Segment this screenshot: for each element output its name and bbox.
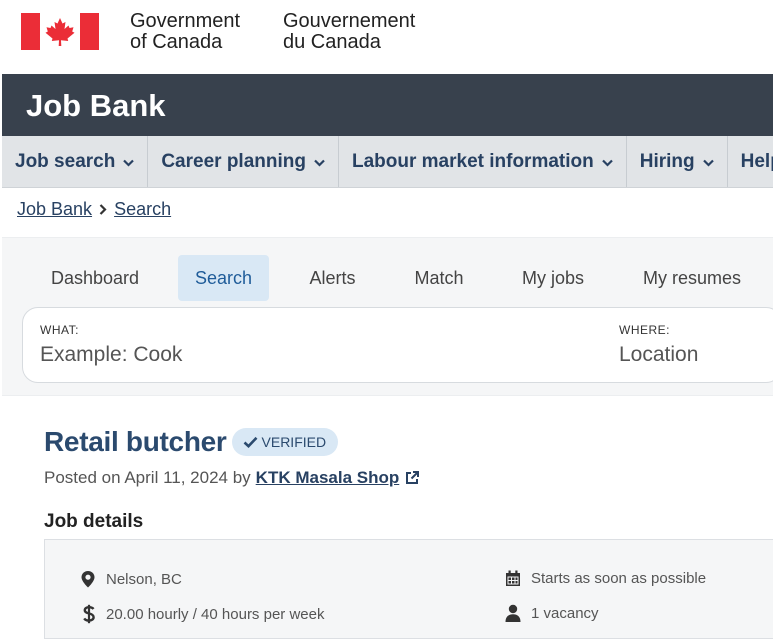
canada-flag-icon[interactable]: [21, 13, 99, 50]
dollar-icon: [83, 604, 95, 624]
breadcrumb-link-search[interactable]: Search: [114, 199, 171, 220]
tab-dashboard[interactable]: Dashboard: [36, 255, 154, 301]
nav-item-label: Career planning: [161, 150, 306, 172]
posted-text: Posted on April 11, 2024 by: [44, 468, 251, 487]
tab-my-resumes[interactable]: My resumes: [626, 255, 758, 301]
chevron-down-icon: [123, 159, 135, 167]
employer-link[interactable]: KTK Masala Shop: [256, 468, 400, 488]
tab-search[interactable]: Search: [178, 255, 269, 301]
gov-english-line2: of Canada: [130, 31, 223, 53]
job-search-box: WHAT: Example: Cook WHERE: Location: [22, 307, 773, 383]
what-input[interactable]: Example: Cook: [40, 343, 182, 367]
calendar-icon: [506, 570, 520, 586]
map-marker-icon: [81, 571, 95, 588]
nav-item-job-search[interactable]: Job search: [2, 136, 149, 187]
what-label: WHAT:: [40, 323, 79, 337]
verified-label: VERIFIED: [261, 434, 327, 450]
where-input[interactable]: Location: [619, 343, 698, 367]
search-panel: Dashboard Search Alerts Match My jobs My…: [2, 237, 773, 396]
job-start-text: Starts as soon as possible: [531, 570, 707, 587]
chevron-down-icon: [314, 159, 325, 167]
job-location: Nelson, BC: [80, 570, 182, 588]
breadcrumb: Job Bank Search: [17, 199, 171, 220]
job-salary: 20.00 hourly / 40 hours per week: [82, 604, 324, 624]
app-title[interactable]: Job Bank: [26, 88, 166, 124]
verified-badge: VERIFIED: [231, 428, 339, 456]
search-tabs: Dashboard Search Alerts Match My jobs My…: [2, 255, 773, 301]
main-nav: Job search Career planning Labour market…: [2, 136, 773, 188]
nav-item-label: Hiring: [639, 150, 695, 172]
job-title-row: Retail butcher VERIFIED: [44, 426, 339, 458]
gov-english-line1: Government: [130, 10, 241, 32]
external-link-icon[interactable]: [404, 470, 420, 486]
chevron-right-icon: [99, 204, 107, 215]
breadcrumb-link-job-bank[interactable]: Job Bank: [17, 199, 92, 220]
nav-item-hiring[interactable]: Hiring: [627, 136, 728, 187]
gov-name-english: Government of Canada: [130, 11, 240, 53]
gov-header: Government of Canada Gouvernement du Can…: [0, 0, 773, 74]
job-start-date: Starts as soon as possible: [505, 570, 706, 587]
tab-match[interactable]: Match: [398, 255, 480, 301]
nav-item-help[interactable]: Help: [728, 136, 773, 187]
job-location-text: Nelson, BC: [106, 570, 182, 588]
job-vacancies-text: 1 vacancy: [531, 604, 599, 622]
job-details-heading: Job details: [44, 511, 144, 532]
where-label: WHERE:: [619, 323, 670, 337]
job-title: Retail butcher: [44, 426, 227, 457]
nav-item-label: Job search: [15, 150, 116, 172]
chevron-down-icon: [601, 159, 613, 167]
nav-item-career-planning[interactable]: Career planning: [148, 136, 339, 187]
chevron-down-icon: [702, 159, 714, 167]
nav-item-label: Help: [740, 150, 773, 172]
job-details-box: Nelson, BC 20.00 hourly / 40 hours per w…: [44, 539, 773, 639]
job-salary-text: 20.00 hourly / 40 hours per week: [106, 605, 325, 623]
nav-item-labour-market-information[interactable]: Labour market information: [339, 136, 627, 187]
posted-line: Posted on April 11, 2024 by KTK Masala S…: [44, 468, 420, 488]
app-title-bar: Job Bank: [2, 74, 773, 136]
checkmark-icon: [243, 436, 257, 448]
nav-item-label: Labour market information: [351, 150, 594, 172]
tab-my-jobs[interactable]: My jobs: [504, 255, 602, 301]
tab-alerts[interactable]: Alerts: [294, 255, 371, 301]
job-vacancies: 1 vacancy: [505, 604, 599, 622]
person-icon: [505, 604, 521, 622]
gov-french-line1: Gouvernement: [283, 10, 416, 32]
gov-name-french: Gouvernement du Canada: [283, 11, 415, 53]
gov-french-line2: du Canada: [283, 31, 381, 53]
